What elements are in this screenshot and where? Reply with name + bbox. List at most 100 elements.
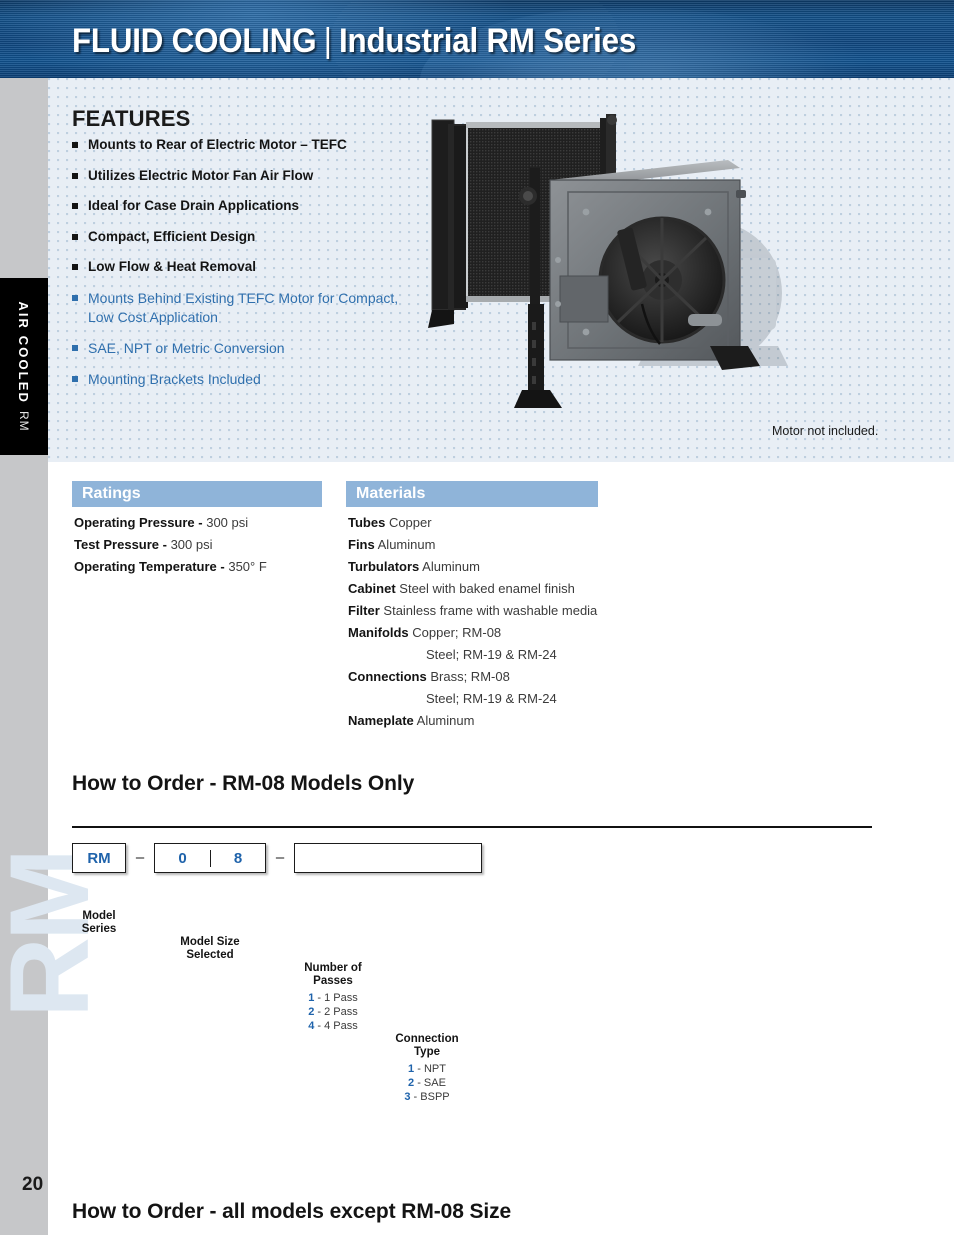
front-cabinet-unit xyxy=(549,160,760,370)
feature-item: Mounts Behind Existing TEFC Motor for Co… xyxy=(72,289,402,327)
page-title-separator: | xyxy=(323,22,332,60)
spec-label: Filter xyxy=(348,603,380,618)
spec-row: Nameplate Aluminum xyxy=(348,710,648,732)
spec-row: Turbulators Aluminum xyxy=(348,556,648,578)
spec-value: Copper; RM-08 xyxy=(408,625,502,640)
order-rm08-connection-options: 1 - NPT 2 - SAE 3 - BSPP xyxy=(380,1062,474,1104)
spec-label: Manifolds xyxy=(348,625,409,640)
order-option: 3 - BSPP xyxy=(380,1090,474,1104)
spec-row: Filter Stainless frame with washable med… xyxy=(348,600,648,622)
bullet-icon xyxy=(72,233,78,240)
feature-item-label: Ideal for Case Drain Applications xyxy=(88,198,300,213)
spec-label: Cabinet xyxy=(348,581,396,596)
feature-item-label: Mounting Brackets Included xyxy=(88,370,261,387)
spec-value: Steel with baked enamel finish xyxy=(395,581,575,596)
order-rm08-box-row: RM – 0 8 – xyxy=(72,843,954,873)
spec-value: 300 psi xyxy=(166,537,213,552)
feature-item: Utilizes Electric Motor Fan Air Flow xyxy=(72,167,402,186)
spec-label: Operating Pressure - xyxy=(74,515,203,530)
feature-item: Mounts to Rear of Electric Motor – TEFC xyxy=(72,136,402,155)
spec-row: Manifolds Copper; RM-08 xyxy=(348,622,648,644)
section-tab-sub-label: RM xyxy=(17,410,31,432)
page-title-primary: FLUID COOLING xyxy=(72,22,317,60)
order-option-desc: - SAE xyxy=(414,1077,446,1089)
order-option-desc: - 1 Pass xyxy=(314,992,358,1004)
order-rm08-dash-2: – xyxy=(275,849,285,866)
spec-label: Connections xyxy=(348,669,427,684)
order-rm08-series-box[interactable]: RM xyxy=(72,843,126,873)
feature-item-label: Low Flow & Heat Removal xyxy=(88,259,257,274)
spec-subvalue: Steel; RM-19 & RM-24 xyxy=(426,647,557,662)
spec-label: Tubes xyxy=(348,515,386,530)
feature-item: Low Flow & Heat Removal xyxy=(72,258,402,277)
feature-item: Mounting Brackets Included xyxy=(72,370,402,389)
section-tab: AIR COOLED RM xyxy=(0,278,48,455)
features-heading: FEATURES xyxy=(72,106,191,131)
order-option-desc: - NPT xyxy=(414,1063,446,1075)
bullet-icon xyxy=(72,294,78,301)
section-tab-text: AIR COOLED RM xyxy=(0,278,48,455)
order-rm08-passes-label: Number of Passes 1 - 1 Pass 2 - 2 Pass 4 -… xyxy=(286,962,380,1033)
spec-value: 350° F xyxy=(224,559,267,574)
section-tab-main-label: AIR COOLED xyxy=(16,301,32,404)
spec-subvalue: Steel; RM-19 & RM-24 xyxy=(426,691,557,706)
feature-item-label: Compact, Efficient Design xyxy=(88,228,256,244)
bullet-icon xyxy=(72,142,78,148)
materials-list: Tubes Copper Fins Aluminum Turbulators Alu… xyxy=(348,512,648,732)
page-number: 20 xyxy=(22,1174,44,1195)
order-other-title: How to Order - all models except RM-08 S… xyxy=(72,1200,512,1223)
order-option: 2 - SAE xyxy=(380,1076,474,1090)
order-option: 1 - NPT xyxy=(380,1062,474,1076)
order-rm08-size-box[interactable]: 0 8 xyxy=(154,843,266,873)
spec-value: Aluminum xyxy=(374,537,436,552)
feature-item-label: Mounts to Rear of Electric Motor – TEFC xyxy=(88,137,347,152)
spec-label: Nameplate xyxy=(348,713,414,728)
page-title: FLUID COOLING | Industrial RM Series xyxy=(72,21,636,61)
order-rm08-rule xyxy=(72,826,872,828)
spec-row: Operating Pressure - 300 psi xyxy=(74,512,344,534)
bullet-icon xyxy=(72,344,78,351)
feature-item-label: Utilizes Electric Motor Fan Air Flow xyxy=(88,167,314,183)
datasheet-page: FLUID COOLING | Industrial RM Series AIR C… xyxy=(0,0,954,1235)
order-rm08-diagram: RM – 0 8 – xyxy=(72,843,954,873)
order-rm08-passes-options: 1 - 1 Pass 2 - 2 Pass 4 - 4 Pass xyxy=(286,991,380,1033)
materials-section-header: Materials xyxy=(346,481,598,507)
order-option-desc: - 2 Pass xyxy=(314,1006,358,1018)
order-option: 4 - 4 Pass xyxy=(286,1019,380,1033)
product-photo xyxy=(410,108,830,418)
ratings-list: Operating Pressure - 300 psi Test Pressur… xyxy=(74,512,344,578)
product-photo-illustration xyxy=(428,114,788,408)
feature-item-label: SAE, NPT or Metric Conversion xyxy=(88,339,285,356)
spec-value: Aluminum xyxy=(413,713,475,728)
bullet-icon xyxy=(72,172,78,179)
feature-item: Ideal for Case Drain Applications xyxy=(72,197,402,216)
bullet-icon xyxy=(72,203,78,209)
spec-row: Tubes Copper xyxy=(348,512,648,534)
order-rm08-size-digit-1[interactable]: 0 xyxy=(155,850,210,867)
spec-row: Cabinet Steel with baked enamel finish xyxy=(348,578,648,600)
spec-value: 300 psi xyxy=(202,515,249,530)
spec-value: Stainless frame with washable media xyxy=(379,603,598,618)
order-rm08-size-label: Model Size Selected xyxy=(180,936,240,961)
order-rm08-options-box[interactable] xyxy=(294,843,482,873)
page-title-secondary: Industrial RM Series xyxy=(339,22,637,60)
order-rm08-size-digit-2[interactable]: 8 xyxy=(210,849,265,867)
order-rm08-connection-label: Connection Type 1 - NPT 2 - SAE 3 - BSPP xyxy=(380,1033,474,1104)
spec-row: Test Pressure - 300 psi xyxy=(74,534,344,556)
feature-item-label: Mounts Behind Existing TEFC Motor for Co… xyxy=(88,289,399,325)
order-rm08-series-label: Model Series xyxy=(81,910,117,935)
spec-row: Connections Brass; RM-08 xyxy=(348,666,648,688)
order-rm08-title: How to Order - RM-08 Models Only xyxy=(72,772,415,795)
spec-label: Fins xyxy=(348,537,375,552)
order-option: 1 - 1 Pass xyxy=(286,991,380,1005)
order-option-desc: - BSPP xyxy=(410,1091,450,1103)
order-option: 2 - 2 Pass xyxy=(286,1005,380,1019)
bullet-icon xyxy=(72,375,78,382)
spec-label: Operating Temperature - xyxy=(74,559,225,574)
order-rm08-dash-1: – xyxy=(135,849,145,866)
feature-item: SAE, NPT or Metric Conversion xyxy=(72,339,402,358)
left-gray-strip xyxy=(0,78,48,1235)
spec-value: Brass; RM-08 xyxy=(426,669,510,684)
ratings-section-header: Ratings xyxy=(72,481,322,507)
feature-item: Compact, Efficient Design xyxy=(72,228,402,247)
